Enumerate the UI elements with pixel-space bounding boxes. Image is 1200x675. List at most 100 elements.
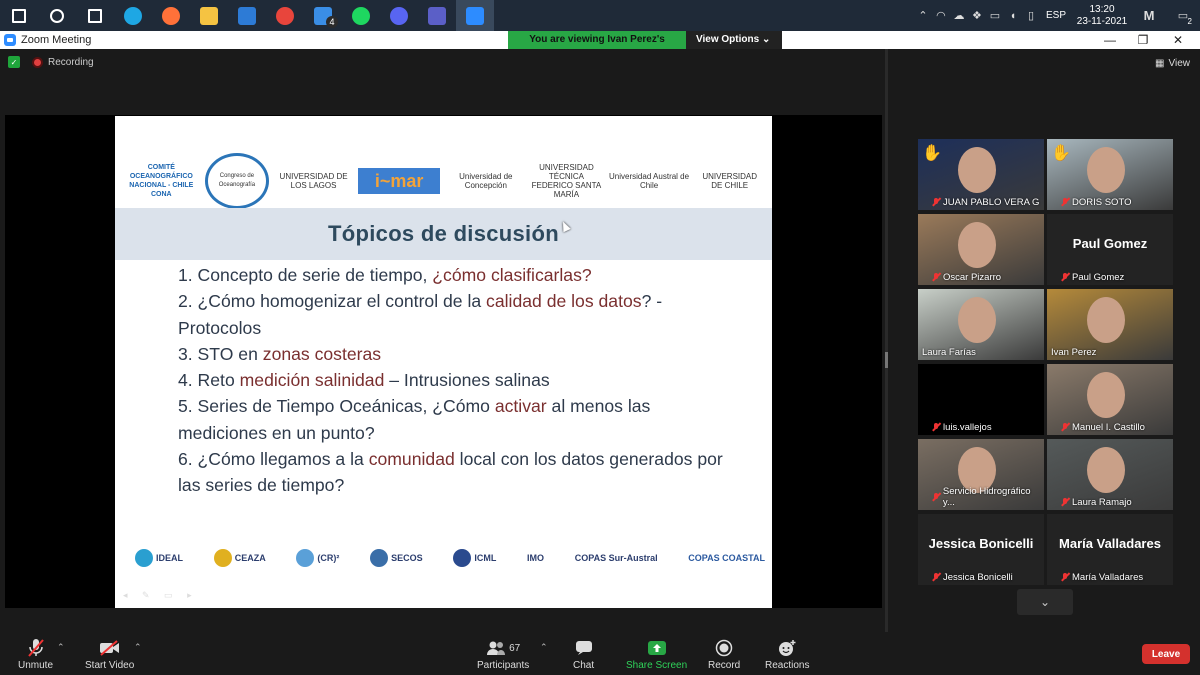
close-button[interactable]: ✕ bbox=[1163, 31, 1193, 49]
topic-highlight: calidad de los datos bbox=[486, 291, 642, 312]
participant-tile[interactable]: Paul Gomez Paul Gomez bbox=[1047, 214, 1173, 285]
participant-tile[interactable]: ✋ JUAN PABLO VERA G bbox=[918, 139, 1044, 210]
participant-tile[interactable]: Laura Farías bbox=[918, 289, 1044, 360]
sponsor-logo: CEAZA bbox=[213, 549, 266, 567]
video-options-caret[interactable]: ⌃ bbox=[134, 642, 142, 653]
wifi-icon[interactable]: ◠ bbox=[932, 0, 950, 31]
discord-glyph bbox=[390, 6, 408, 25]
logo-text: ICML bbox=[474, 553, 497, 563]
participant-name-text: Oscar Pizarro bbox=[943, 272, 1002, 283]
slide-bottom-logos: IDEAL CEAZA (CR)² SECOS ICML IMO COPAS Sur-Aus… bbox=[135, 541, 765, 575]
unmute-button[interactable]: Unmute bbox=[18, 638, 53, 671]
participant-tile[interactable]: Oscar Pizarro bbox=[918, 214, 1044, 285]
participant-name: DORIS SOTO bbox=[1061, 197, 1131, 208]
sponsor-logo: Congreso de Oceanografía bbox=[204, 153, 269, 209]
topic-highlight: medición salinidad bbox=[239, 370, 385, 391]
reactions-button[interactable]: Reactions bbox=[765, 638, 809, 671]
participant-name-text: Laura Farías bbox=[922, 347, 976, 358]
presentation-slide: COMITÉ OCEANOGRÁFICO NACIONAL - CHILE CO… bbox=[115, 116, 772, 608]
topic-text: 5. Series de Tiempo Oceánicas, ¿Cómo bbox=[178, 396, 495, 417]
edge-icon[interactable] bbox=[114, 0, 152, 31]
chevron-up-icon[interactable]: ⌃ bbox=[914, 0, 932, 31]
mic-muted-icon bbox=[1061, 198, 1069, 207]
participants-button[interactable]: 67 Participants bbox=[477, 638, 529, 671]
view-options-button[interactable]: View Options ⌄ bbox=[686, 31, 782, 49]
participant-name: Jessica Bonicelli bbox=[932, 572, 1013, 583]
participant-tile[interactable]: Laura Ramajo bbox=[1047, 439, 1173, 510]
participant-tile[interactable]: luis.vallejos bbox=[918, 364, 1044, 435]
discord-icon[interactable] bbox=[380, 0, 418, 31]
participant-face bbox=[958, 222, 996, 268]
mail-icon[interactable] bbox=[228, 0, 266, 31]
windows-start-icon[interactable] bbox=[0, 0, 38, 31]
shield-icon[interactable]: ✓ bbox=[8, 56, 20, 68]
dropbox-icon[interactable]: ❖ bbox=[968, 0, 986, 31]
view-options-label: View Options bbox=[696, 34, 760, 45]
sponsor-logo: IDEAL bbox=[135, 549, 183, 567]
share-screen-button[interactable]: Share Screen bbox=[626, 638, 687, 671]
sponsor-logo: COPAS COASTAL bbox=[688, 553, 765, 563]
start-video-button[interactable]: Start Video bbox=[85, 638, 134, 671]
language-indicator[interactable]: ESP bbox=[1046, 10, 1066, 21]
chat-button[interactable]: Chat bbox=[573, 638, 594, 671]
participant-tile[interactable]: María Valladares María Valladares bbox=[1047, 514, 1173, 585]
participant-name: Servicio Hidrográfico y... bbox=[932, 486, 1044, 508]
cloud-icon[interactable]: ☁ bbox=[950, 0, 968, 31]
chat-label: Chat bbox=[573, 660, 595, 671]
participant-face bbox=[958, 297, 996, 343]
participant-tile[interactable]: Ivan Perez bbox=[1047, 289, 1173, 360]
topic-item: 3. STO en zonas costeras bbox=[178, 341, 738, 367]
participant-name: María Valladares bbox=[1061, 572, 1143, 583]
minimize-button[interactable]: — bbox=[1095, 31, 1125, 49]
topic-item: 4. Reto medición salinidad – Intrusiones… bbox=[178, 367, 738, 393]
view-button[interactable]: ▦ View bbox=[1155, 58, 1190, 69]
spotify-icon[interactable] bbox=[342, 0, 380, 31]
sponsor-logo: (CR)² bbox=[296, 549, 339, 567]
participant-face bbox=[1087, 147, 1125, 193]
battery-icon[interactable]: ▯ bbox=[1022, 0, 1040, 31]
clock[interactable]: 13:20 23-11-2021 bbox=[1072, 4, 1132, 28]
participants-options-caret[interactable]: ⌃ bbox=[540, 642, 548, 653]
zoom-glyph bbox=[466, 6, 484, 25]
windows-taskbar: 4 ⌃ ◠ ☁ ❖ ▭ ◖ ▯ ESP 13:20 23-11-2021 M ▭… bbox=[0, 0, 1200, 31]
logo-emblem-icon bbox=[370, 549, 389, 567]
file-explorer-icon[interactable] bbox=[190, 0, 228, 31]
edge-glyph bbox=[124, 6, 142, 25]
participant-tile[interactable]: ✋ DORIS SOTO bbox=[1047, 139, 1173, 210]
record-icon bbox=[715, 638, 733, 658]
zoom-icon[interactable] bbox=[456, 0, 494, 31]
smiley-plus-icon bbox=[777, 638, 797, 658]
ml-app-icon[interactable]: M bbox=[1132, 0, 1166, 31]
audio-options-caret[interactable]: ⌃ bbox=[57, 642, 65, 653]
teams-icon[interactable] bbox=[418, 0, 456, 31]
logo-text: COPAS COASTAL bbox=[688, 553, 765, 563]
participant-tile[interactable]: Servicio Hidrográfico y... bbox=[918, 439, 1044, 510]
participant-face bbox=[1087, 372, 1125, 418]
participant-tile[interactable]: Jessica Bonicelli Jessica Bonicelli bbox=[918, 514, 1044, 585]
chrome-icon[interactable] bbox=[266, 0, 304, 31]
participant-face bbox=[1087, 297, 1125, 343]
participants-label: Participants bbox=[477, 660, 530, 671]
usb-icon[interactable]: ▭ bbox=[986, 0, 1004, 31]
sponsor-logo: SECOS bbox=[370, 549, 423, 567]
tasks-icon[interactable]: 4 bbox=[304, 0, 342, 31]
volume-icon[interactable]: ◖ bbox=[1004, 0, 1022, 31]
record-button[interactable]: Record bbox=[708, 638, 740, 671]
task-view-icon[interactable] bbox=[76, 0, 114, 31]
topic-text: 3. STO en bbox=[178, 343, 263, 364]
participant-name-large: Jessica Bonicelli bbox=[928, 536, 1034, 551]
mic-muted-icon bbox=[1061, 423, 1069, 432]
divider-grip[interactable] bbox=[885, 352, 888, 368]
zoom-logo-icon bbox=[4, 34, 16, 46]
mic-muted-icon bbox=[27, 638, 45, 658]
panel-divider[interactable] bbox=[885, 49, 888, 632]
firefox-icon[interactable] bbox=[152, 0, 190, 31]
notification-icon[interactable]: ▭ 2 bbox=[1166, 0, 1200, 31]
participant-name-text: DORIS SOTO bbox=[1072, 197, 1132, 208]
maximize-button[interactable]: ❐ bbox=[1128, 31, 1158, 49]
leave-button[interactable]: Leave bbox=[1142, 644, 1190, 664]
search-icon[interactable] bbox=[38, 0, 76, 31]
mic-muted-icon bbox=[932, 273, 940, 282]
participant-tile[interactable]: Manuel I. Castillo bbox=[1047, 364, 1173, 435]
gallery-next-button[interactable]: ⌄ bbox=[1017, 589, 1073, 615]
